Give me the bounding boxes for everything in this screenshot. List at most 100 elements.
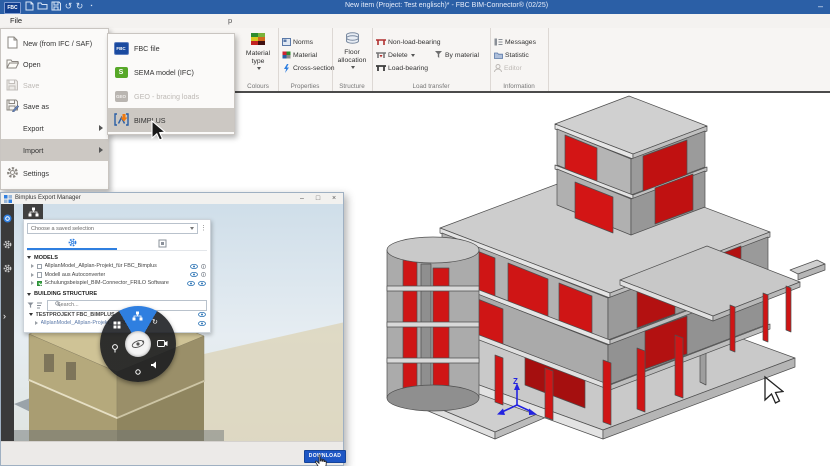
wheel-structure-icon[interactable] [132, 311, 143, 323]
minimize-button[interactable]: – [818, 1, 823, 11]
visibility-eye-icon[interactable] [190, 272, 198, 277]
editor-icon [494, 64, 502, 72]
load-bearing-icon [376, 65, 386, 72]
panel-collapse-chevron[interactable]: › [3, 311, 6, 321]
partial-ribbon-tab: p [228, 16, 232, 25]
expand-arrow-icon [35, 321, 38, 325]
submenu-item-fbc-file[interactable]: FBC FBC file [108, 36, 234, 60]
pointer-cursor [762, 375, 784, 405]
filter-tree-icon[interactable] [36, 302, 43, 309]
app-logo: FBC [4, 2, 21, 14]
wheel-bottom-icon[interactable] [134, 369, 142, 377]
menu-item-save[interactable]: Save [1, 75, 108, 96]
structure-tool-button[interactable] [23, 204, 43, 219]
ribbon-group-properties: Norms Material Cross-section Properties [278, 28, 333, 91]
norms-button[interactable]: Norms [282, 36, 313, 48]
window-title: New item (Project: Test englisch)* - FBC… [345, 2, 548, 9]
new-document-icon[interactable] [24, 1, 35, 12]
export-manager-sidebar [1, 204, 14, 465]
navigation-wheel[interactable]: ↻ [100, 306, 176, 382]
visibility-eye-icon[interactable] [190, 264, 198, 269]
menu-item-export[interactable]: Export [1, 117, 108, 139]
messages-button[interactable]: Messages [494, 36, 536, 48]
floor-allocation-button[interactable]: Floor allocation [332, 32, 372, 72]
filter-icon[interactable] [27, 302, 34, 309]
settings-gear-icon[interactable] [3, 260, 12, 269]
bimplus-logo-icon[interactable] [3, 210, 12, 219]
save-icon[interactable] [50, 1, 61, 12]
tab-models[interactable] [27, 237, 117, 250]
models-section-header[interactable]: MODELS [27, 253, 207, 262]
collapse-arrow-icon [27, 256, 31, 259]
submenu-arrow-icon [99, 147, 103, 153]
submenu-item-geo-bracing-loads[interactable]: GEO GEO - bracing loads [108, 84, 234, 108]
statistic-button[interactable]: Statistic [494, 49, 529, 61]
submenu-item-sema-model[interactable]: S SEMA model (IFC) [108, 60, 234, 84]
wheel-camera-icon[interactable] [157, 340, 168, 349]
visibility-eye-icon[interactable] [198, 281, 206, 286]
file-menu-button[interactable]: File [10, 16, 22, 25]
undo-icon[interactable]: ↺ [63, 1, 74, 12]
visibility-eye-icon[interactable] [198, 312, 206, 317]
non-load-bearing-button[interactable]: Non-load-bearing [376, 36, 441, 48]
search-icon [55, 301, 61, 307]
collapse-arrow-icon [29, 313, 33, 316]
model-checkbox-checked[interactable] [37, 281, 43, 287]
bimplus-icon [108, 113, 134, 128]
window-maximize-button[interactable]: □ [313, 194, 323, 203]
visibility-eye-icon[interactable] [187, 281, 195, 286]
menu-item-new[interactable]: New (from IFC / SAF) [1, 33, 108, 54]
gear-tab-icon [68, 238, 77, 247]
info-icon[interactable] [201, 264, 206, 269]
pointer-cursor [150, 120, 167, 142]
wheel-grid-icon[interactable] [113, 321, 121, 331]
open-folder-icon[interactable] [37, 1, 48, 12]
menu-item-save-as[interactable]: Save as [1, 96, 108, 117]
load-bearing-button[interactable]: Load-bearing [376, 62, 428, 74]
model-row-selected[interactable]: Schulungsbeispiel_BIM-Connector_FRILO So… [27, 279, 207, 288]
hand-cursor [314, 454, 328, 466]
cross-section-icon [282, 64, 291, 73]
window-minimize-button[interactable]: – [297, 194, 307, 203]
material-button[interactable]: Material [282, 49, 317, 61]
layers-tab-icon [158, 239, 167, 248]
ribbon-group-information: Messages Statistic Editor Information [490, 28, 549, 91]
ribbon-group-load-transfer: Non-load-bearing Delete Load-bearing By … [372, 28, 491, 91]
wheel-media-icon[interactable] [150, 361, 158, 371]
editor-button[interactable]: Editor [494, 62, 522, 74]
delete-button[interactable]: Delete [376, 49, 415, 61]
dropdown-arrow-icon [257, 67, 261, 70]
tools-gear-icon[interactable] [3, 236, 12, 245]
cross-section-button[interactable]: Cross-section [282, 62, 335, 74]
palette-icon [250, 32, 266, 46]
material-type-button[interactable]: Material type [238, 32, 278, 73]
dropdown-arrow-icon [351, 66, 355, 69]
window-close-button[interactable]: × [329, 194, 339, 203]
model-row[interactable]: Modell aus Autoconverter [27, 271, 207, 280]
info-icon[interactable] [201, 272, 206, 277]
wheel-rotate-icon[interactable]: ↻ [152, 319, 158, 326]
saved-selection-dropdown[interactable]: Choose a saved selection [27, 223, 198, 234]
floor-allocation-icon [345, 32, 360, 45]
redo-icon[interactable]: ↻ [74, 1, 85, 12]
by-material-button[interactable]: By material [434, 49, 479, 61]
menu-item-import[interactable]: Import [1, 139, 108, 161]
menu-item-open[interactable]: Open [1, 54, 108, 75]
toolbar-more-icon[interactable]: ▪ [86, 1, 97, 12]
fbc-file-icon: FBC [108, 42, 134, 55]
building-structure-section-header[interactable]: BUILDING STRUCTURE [27, 290, 207, 299]
messages-icon [494, 38, 503, 46]
submenu-item-bimplus[interactable]: BIMPLUS [108, 108, 234, 132]
tab-structure[interactable] [117, 237, 207, 250]
orbit-icon [131, 337, 145, 351]
model-row[interactable]: AllplanModel_Allplan-Projekt_für FBC_Bim… [27, 262, 207, 271]
kebab-menu-icon[interactable]: ⋮ [200, 224, 207, 233]
ribbon-group-colours: Material type Colours [238, 28, 279, 91]
wheel-orbit-knob[interactable] [125, 331, 151, 357]
wheel-location-pin-icon[interactable] [111, 344, 119, 355]
model-checkbox[interactable] [37, 264, 43, 270]
visibility-eye-icon[interactable] [198, 321, 206, 326]
model-checkbox[interactable] [37, 272, 43, 278]
menu-bar: File p [0, 14, 830, 29]
menu-item-settings[interactable]: Settings [1, 161, 108, 185]
